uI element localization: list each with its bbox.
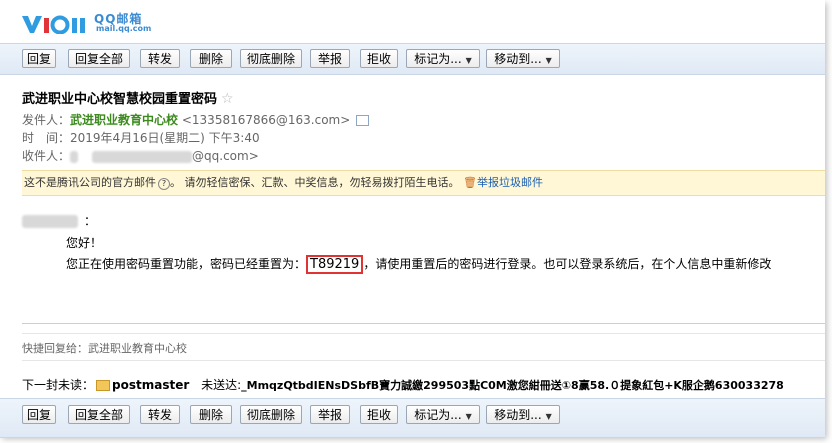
mark-as-label: 标记为... xyxy=(414,408,462,422)
delete-button[interactable]: 删除 xyxy=(190,405,232,424)
move-to-label: 移动到... xyxy=(494,408,542,422)
time-label: 时 间： xyxy=(22,131,71,145)
chevron-down-icon: ▼ xyxy=(465,56,472,65)
divider xyxy=(22,360,825,361)
body-line: 您正在使用密码重置功能，密码已经重置为： T89219 ，请使用重置后的密码进行登录… xyxy=(66,255,772,274)
quick-reply-label[interactable]: 快捷回复给：武进职业教育中心校 xyxy=(22,340,187,356)
reject-button[interactable]: 拒收 xyxy=(360,49,398,68)
report-spam-link[interactable]: 举报垃圾邮件 xyxy=(477,176,543,189)
logo-url: mail.qq.com xyxy=(96,24,152,33)
mark-as-dropdown[interactable]: 标记为... ▼ xyxy=(406,49,480,68)
contact-card-icon[interactable] xyxy=(356,115,370,126)
subject-text: 武进职业中心校智慧校园重置密码 xyxy=(22,92,218,107)
reply-button[interactable]: 回复 xyxy=(22,49,56,68)
security-notice: 这不是腾讯公司的官方邮件?。 请勿轻信密保、汇款、中奖信息，勿轻易拨打陌生电话。… xyxy=(22,170,825,196)
move-to-dropdown[interactable]: 移动到... ▼ xyxy=(486,405,560,424)
unsent-label: 未送达: xyxy=(201,378,242,392)
notice-text-2: 。 请勿轻信密保、汇款、中奖信息，勿轻易拨打陌生电话。 xyxy=(170,176,460,189)
redacted-block xyxy=(92,150,193,163)
body-line-prefix: 您正在使用密码重置功能，密码已经重置为： xyxy=(66,257,307,271)
next-unread-sender[interactable]: postmaster xyxy=(112,378,189,392)
delete-forever-button[interactable]: 彻底删除 xyxy=(240,49,302,68)
time-value: 2019年4月16日(星期二) 下午3:40 xyxy=(70,131,260,145)
report-button[interactable]: 举报 xyxy=(310,49,350,68)
divider xyxy=(22,333,825,334)
move-to-label: 移动到... xyxy=(494,52,542,66)
next-unread-label: 下一封未读： xyxy=(22,378,95,392)
divider xyxy=(22,323,825,324)
sender-name[interactable]: 武进职业教育中心校 xyxy=(70,113,178,127)
chevron-down-icon: ▼ xyxy=(545,412,552,421)
password-value: T89219 xyxy=(306,255,364,274)
header: QQ邮箱 mail.qq.com xyxy=(0,0,825,42)
qqmail-logo-icon xyxy=(22,15,85,34)
recipient-label: 收件人： xyxy=(22,149,71,163)
reject-button[interactable]: 拒收 xyxy=(360,405,398,424)
toolbar-bottom: 回复 回复全部 转发 删除 彻底删除 举报 拒收 标记为... ▼ 移动到... ▼ xyxy=(0,398,825,438)
recipient-suffix: @qq.com> xyxy=(192,149,259,163)
sender-label: 发件人： xyxy=(22,113,71,127)
redacted-block xyxy=(70,150,79,163)
envelope-icon xyxy=(96,380,111,391)
notice-text-1: 这不是腾讯公司的官方邮件 xyxy=(24,176,156,189)
redacted-block xyxy=(22,215,78,228)
reply-button[interactable]: 回复 xyxy=(22,405,56,424)
star-icon[interactable]: ☆ xyxy=(221,91,234,107)
body-line-suffix: ，请使用重置后的密码进行登录。也可以登录系统后，在个人信息中重新修改 xyxy=(363,257,772,271)
reply-all-button[interactable]: 回复全部 xyxy=(68,49,130,68)
delete-forever-button[interactable]: 彻底删除 xyxy=(240,405,302,424)
recipient-row: 收件人： @qq.com> xyxy=(22,147,259,164)
toolbar-top: 回复 回复全部 转发 删除 彻底删除 举报 拒收 标记为... ▼ 移动到... ▼ xyxy=(0,43,825,75)
forward-button[interactable]: 转发 xyxy=(140,49,180,68)
mark-as-dropdown[interactable]: 标记为... ▼ xyxy=(406,405,480,424)
trash-icon: 🗑 xyxy=(463,176,477,189)
mark-as-label: 标记为... xyxy=(414,52,462,66)
body-salutation: ： xyxy=(22,212,96,229)
salutation-colon: ： xyxy=(84,214,97,228)
unsent-subject[interactable]: _MmqzQtbdIENsDSbfB寶力誠繳299503點C0M激您紺冊送①8赢… xyxy=(241,379,784,392)
question-icon[interactable]: ? xyxy=(158,178,170,190)
next-unread-row: 下一封未读： postmaster 未送达:_MmqzQtbdIENsDSbfB寶… xyxy=(22,376,784,393)
greeting: 您好！ xyxy=(66,236,103,250)
report-button[interactable]: 举报 xyxy=(310,405,350,424)
mail-subject: 武进职业中心校智慧校园重置密码 ☆ xyxy=(22,88,234,107)
chevron-down-icon: ▼ xyxy=(545,56,552,65)
move-to-dropdown[interactable]: 移动到... ▼ xyxy=(486,49,560,68)
delete-button[interactable]: 删除 xyxy=(190,49,232,68)
sender-email: <13358167866@163.com> xyxy=(181,113,351,127)
chevron-down-icon: ▼ xyxy=(465,412,472,421)
sender-row: 发件人：武进职业教育中心校 <13358167866@163.com> xyxy=(22,111,370,128)
forward-button[interactable]: 转发 xyxy=(140,405,180,424)
mail-window: QQ邮箱 mail.qq.com 回复 回复全部 转发 删除 彻底删除 举报 拒… xyxy=(0,0,825,438)
time-row: 时 间：2019年4月16日(星期二) 下午3:40 xyxy=(22,129,260,146)
reply-all-button[interactable]: 回复全部 xyxy=(68,405,130,424)
